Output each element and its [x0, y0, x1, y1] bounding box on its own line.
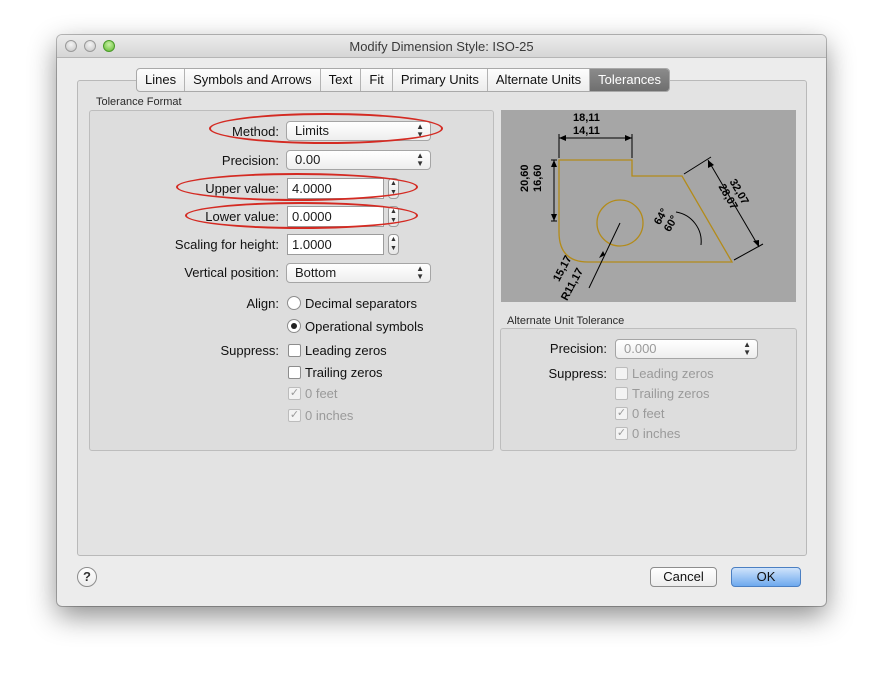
alt-suppress-leading-zeros-checkbox[interactable]: [615, 367, 628, 380]
alternate-unit-tolerance-group-label: Alternate Unit Tolerance: [507, 315, 625, 327]
tab-text[interactable]: Text: [321, 69, 362, 91]
method-annotation-ring: [209, 113, 443, 144]
preview-left-dim-upper: 20,60: [519, 164, 531, 192]
alt-suppress-trailing-zeros-checkbox[interactable]: [615, 387, 628, 400]
alt-suppress-label: Suppress:: [548, 366, 607, 381]
alt-precision-value: 0.000: [624, 341, 657, 356]
suppress-leading-zeros-checkbox[interactable]: [288, 344, 301, 357]
alt-suppress-trailing-zeros-label: Trailing zeros: [632, 386, 710, 401]
preview-top-dim-upper: 18,11: [573, 112, 600, 124]
help-button[interactable]: ?: [77, 567, 97, 587]
lower-value-annotation-ring: [185, 202, 418, 229]
align-operational-symbols-radio[interactable]: [287, 319, 301, 333]
dialog-window: Modify Dimension Style: ISO-25 Lines Sym…: [57, 35, 826, 606]
title-bar[interactable]: Modify Dimension Style: ISO-25: [57, 35, 826, 58]
preview-left-dim-lower: 16,60: [532, 164, 544, 192]
suppress-leading-zeros-label: Leading zeros: [305, 343, 387, 358]
tab-tolerances[interactable]: Tolerances: [590, 69, 670, 91]
popup-arrows-icon: ▲ ▼: [416, 264, 424, 281]
tab-primary-units[interactable]: Primary Units: [393, 69, 488, 91]
precision-value: 0.00: [295, 152, 321, 167]
part-outline: [558, 159, 734, 263]
align-label: Align:: [246, 296, 279, 311]
tab-alternate-units[interactable]: Alternate Units: [488, 69, 591, 91]
preview-drawing: [551, 134, 764, 289]
vertical-position-value: Bottom: [295, 265, 337, 280]
ok-button[interactable]: OK: [731, 567, 801, 587]
upper-value-annotation-ring: [176, 173, 418, 201]
cancel-button[interactable]: Cancel: [650, 567, 717, 587]
vertical-position-select[interactable]: Bottom ▲ ▼: [286, 263, 431, 283]
alt-suppress-0-feet-label: 0 feet: [632, 406, 665, 421]
popup-arrows-icon: ▲ ▼: [416, 151, 424, 168]
suppress-trailing-zeros-checkbox[interactable]: [288, 366, 301, 379]
alt-suppress-0-inches-label: 0 inches: [632, 426, 681, 441]
alt-suppress-0-feet-checkbox[interactable]: ✓: [615, 407, 628, 420]
scaling-for-height-label: Scaling for height:: [174, 237, 279, 252]
align-operational-symbols-label: Operational symbols: [305, 319, 424, 334]
alt-suppress-0-inches-checkbox[interactable]: ✓: [615, 427, 628, 440]
suppress-0-inches-checkbox[interactable]: ✓: [288, 409, 301, 422]
align-decimal-separators-radio[interactable]: [287, 296, 301, 310]
popup-arrows-icon: ▲ ▼: [743, 340, 751, 357]
window-title: Modify Dimension Style: ISO-25: [349, 39, 534, 54]
suppress-0-inches-label: 0 inches: [305, 408, 354, 423]
alt-precision-label: Precision:: [549, 341, 607, 356]
tab-symbols-and-arrows[interactable]: Symbols and Arrows: [185, 69, 321, 91]
tab-fit[interactable]: Fit: [361, 69, 393, 91]
dimension-preview: 18,11 14,11 20,60 16,60 32,07 28,07 64° …: [501, 110, 796, 303]
alt-precision-select[interactable]: 0.000 ▲ ▼: [615, 339, 758, 359]
suppress-trailing-zeros-label: Trailing zeros: [305, 365, 383, 380]
tolerance-format-group-label: Tolerance Format: [96, 96, 182, 108]
scaling-for-height-input[interactable]: 1.0000: [287, 234, 384, 255]
tab-lines[interactable]: Lines: [137, 69, 186, 91]
tab-bar: Lines Symbols and Arrows Text Fit Primar…: [136, 68, 671, 92]
preview-top-dim-lower: 14,11: [573, 125, 600, 137]
precision-label: Precision:: [221, 153, 279, 168]
suppress-0-feet-label: 0 feet: [305, 386, 338, 401]
suppress-label: Suppress:: [220, 343, 279, 358]
precision-select[interactable]: 0.00 ▲ ▼: [286, 150, 431, 170]
vertical-position-label: Vertical position:: [184, 265, 279, 280]
suppress-0-feet-checkbox[interactable]: ✓: [288, 387, 301, 400]
align-decimal-separators-label: Decimal separators: [305, 296, 417, 311]
alt-suppress-leading-zeros-label: Leading zeros: [632, 366, 714, 381]
scaling-for-height-stepper[interactable]: ▲ ▼: [388, 234, 399, 255]
